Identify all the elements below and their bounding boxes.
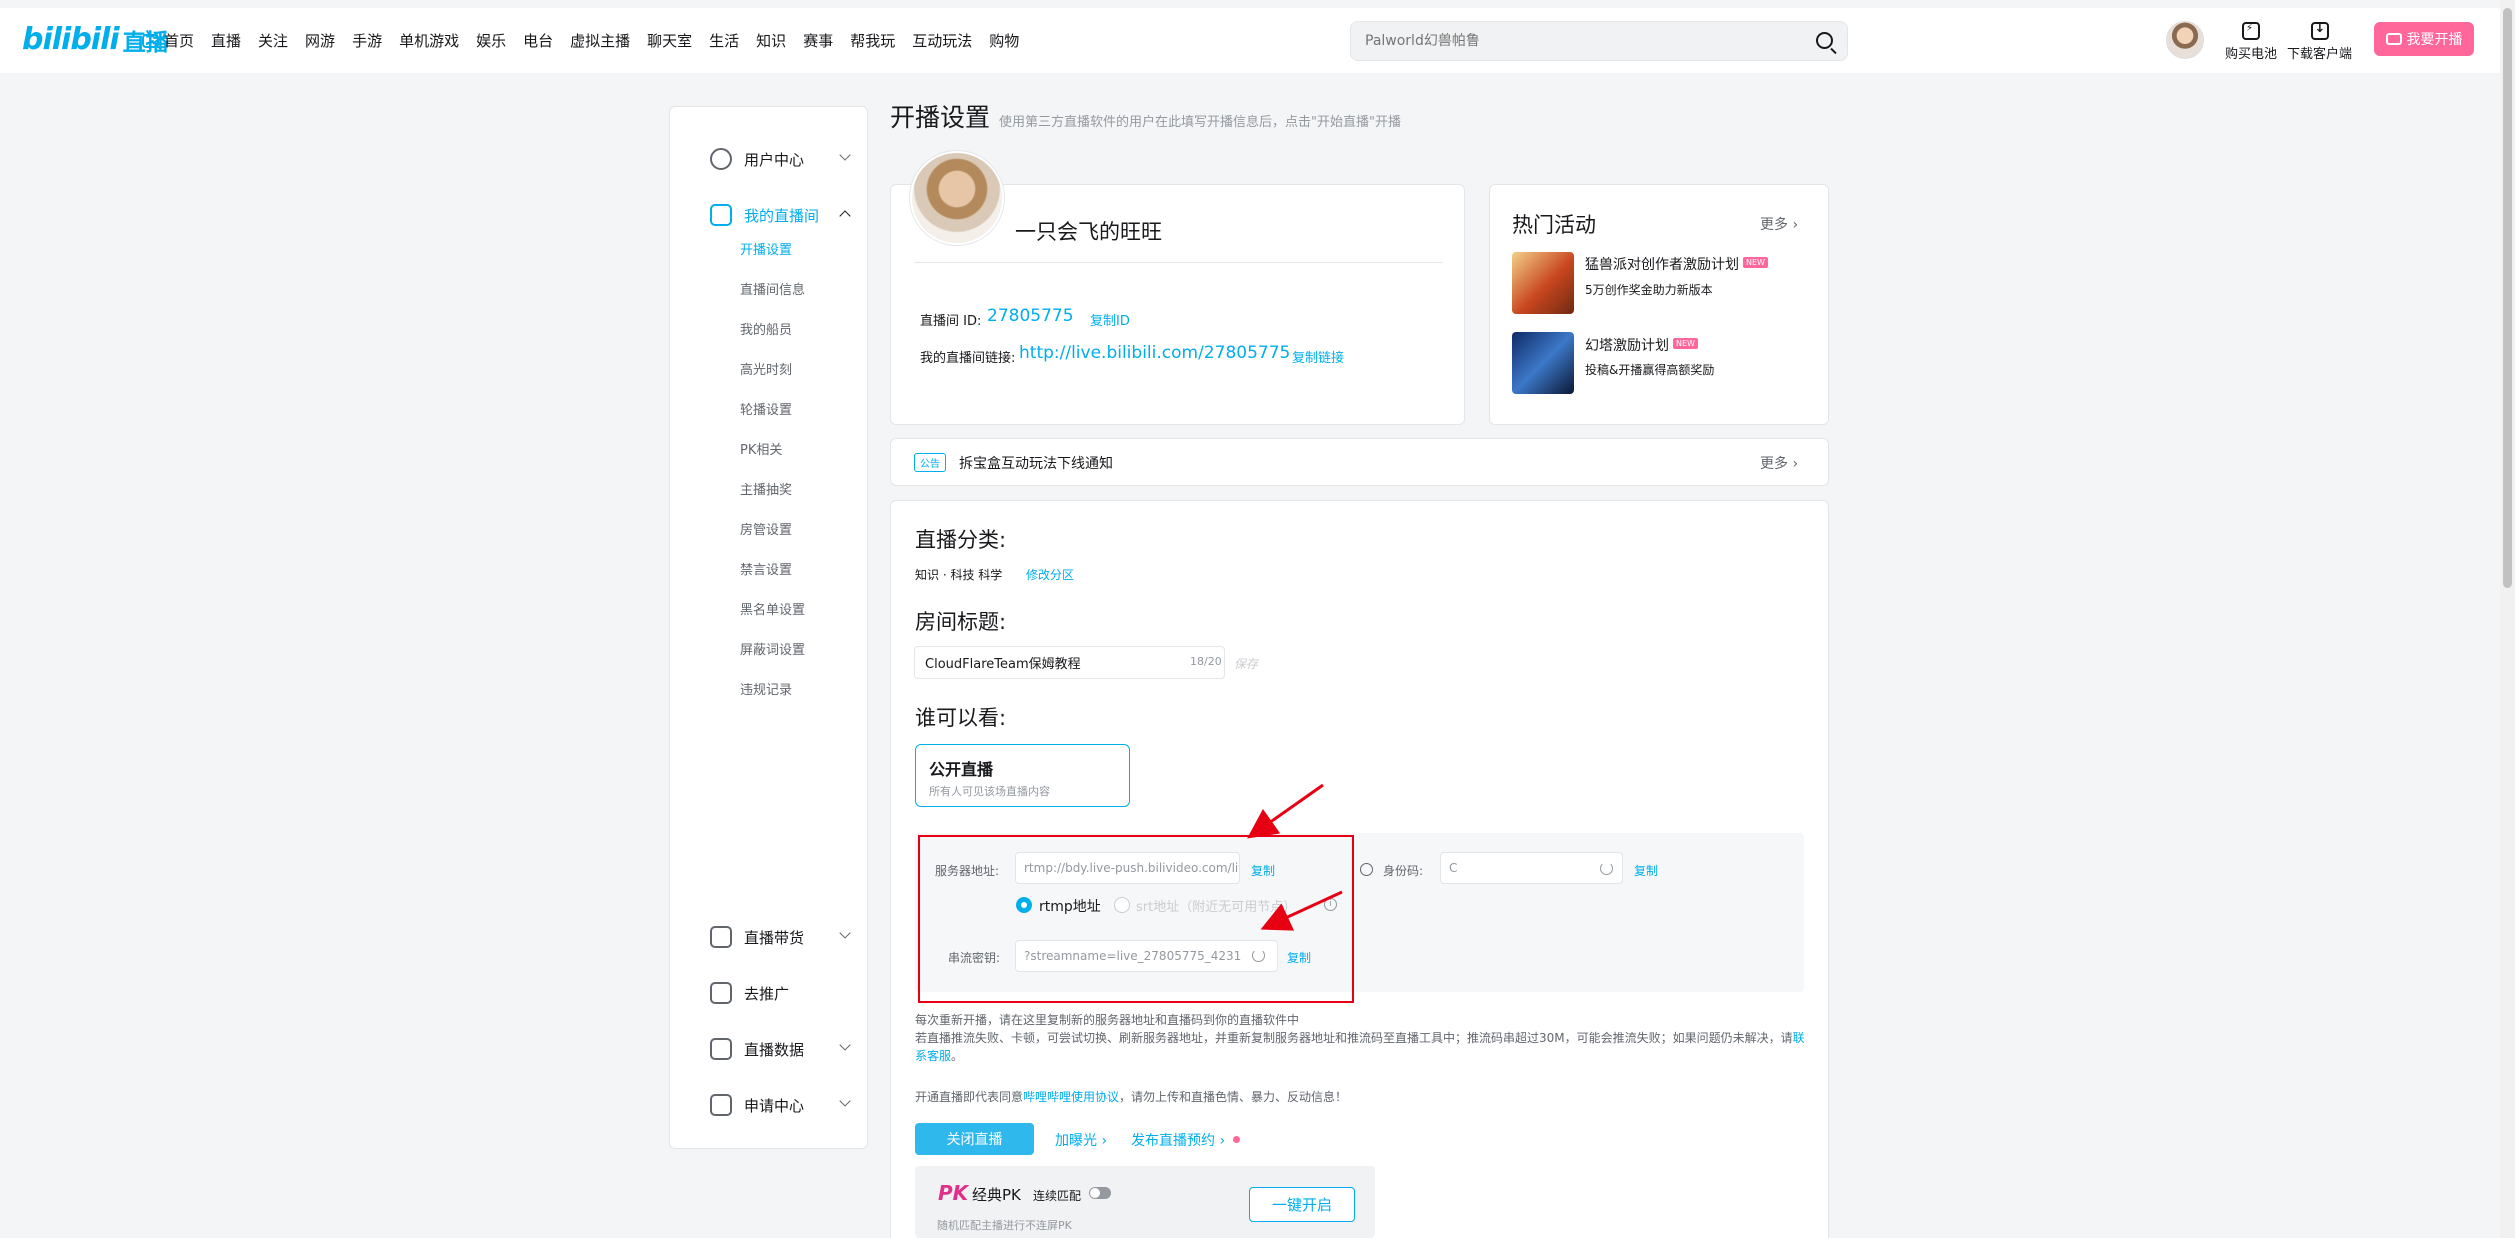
continuous-match-label: 连续匹配	[1033, 1189, 1082, 1203]
continuous-match-toggle[interactable]	[1089, 1187, 1111, 1199]
help-text: 每次重新开播，请在这里复制新的服务器地址和直播码到你的直播软件中 若直播推流失败…	[915, 1013, 1805, 1063]
pk-description: 随机匹配主播进行不连屏PK	[937, 1219, 1072, 1232]
pk-title: 经典PK	[972, 1186, 1021, 1204]
one-click-start-button[interactable]: 一键开启	[1249, 1187, 1355, 1222]
boost-exposure-link[interactable]: 加曝光 ›	[1055, 1130, 1107, 1150]
agreement-text: 开通直播即代表同意哔哩哔哩使用协议，请勿上传和直播色情、暴力、反动信息！	[915, 1090, 1348, 1104]
close-live-button[interactable]: 关闭直播	[915, 1123, 1034, 1155]
publish-schedule-link[interactable]: 发布直播预约 ›	[1131, 1130, 1225, 1150]
notification-dot	[1233, 1136, 1240, 1143]
pk-icon: PK	[938, 1181, 969, 1205]
user-agreement-link[interactable]: 哔哩哔哩使用协议	[1023, 1090, 1119, 1104]
